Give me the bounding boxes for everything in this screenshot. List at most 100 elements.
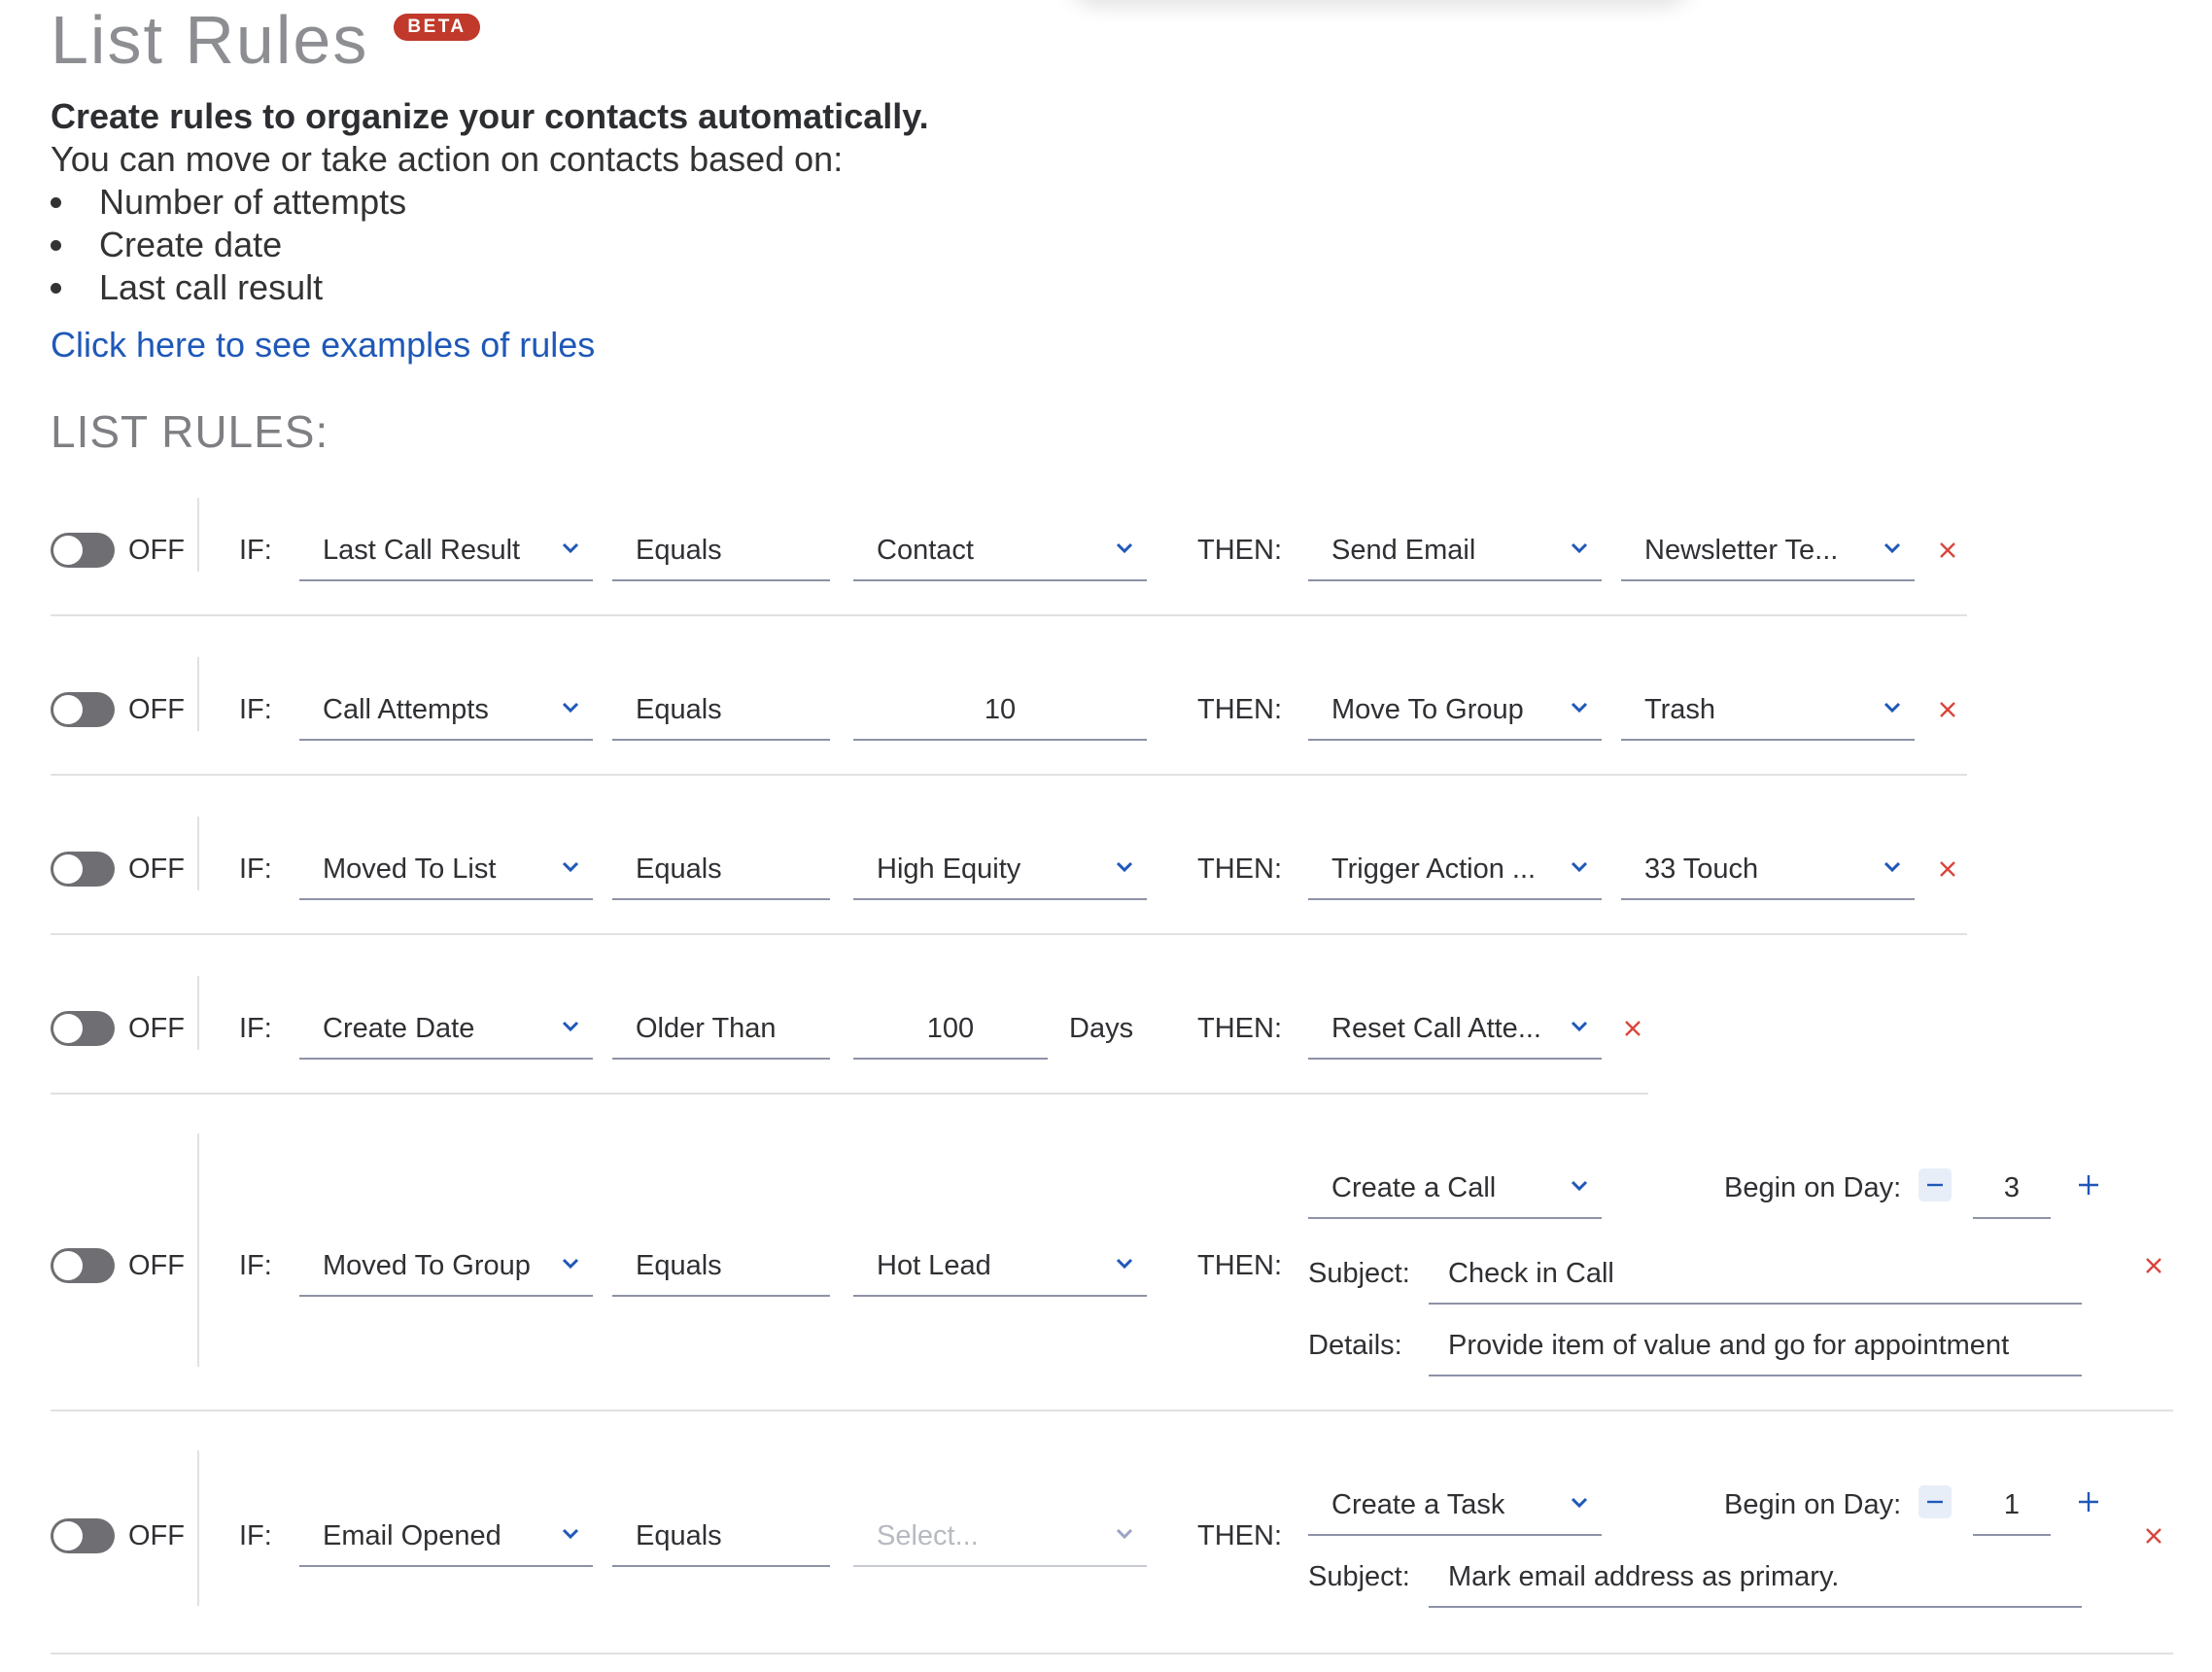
bullet-icon: [51, 240, 61, 251]
target-select[interactable]: Trash: [1621, 680, 1915, 741]
if-label: IF:: [239, 535, 272, 566]
value-select[interactable]: Select...: [853, 1507, 1147, 1567]
operator-select[interactable]: Older Than: [612, 999, 830, 1060]
chevron-down-icon: [562, 542, 579, 554]
criteria-list: Number of attempts Create date Last call…: [51, 181, 929, 309]
then-label: THEN:: [1197, 535, 1282, 566]
bullet-icon: [51, 197, 61, 208]
chevron-down-icon: [1116, 1258, 1133, 1270]
delete-rule-close-icon[interactable]: [1623, 1019, 1642, 1038]
target-select[interactable]: 33 Touch: [1621, 840, 1915, 900]
toggle-state-label: OFF: [128, 1250, 185, 1281]
increment-day-button[interactable]: [2072, 1168, 2105, 1202]
condition-field-select[interactable]: Moved To Group: [299, 1237, 593, 1297]
operator-select[interactable]: Equals: [612, 840, 830, 900]
rule-row: OFF IF: Create Date Older Than 100 Days …: [51, 972, 1648, 1095]
toggle-knob: [53, 695, 83, 724]
days-unit-label: Days: [1069, 1013, 1134, 1044]
delete-rule-close-icon[interactable]: [2144, 1256, 2163, 1275]
chevron-down-icon: [1116, 861, 1133, 873]
condition-field-select[interactable]: Email Opened: [299, 1507, 593, 1567]
details-label: Details:: [1308, 1330, 1402, 1361]
increment-day-button[interactable]: [2072, 1485, 2105, 1518]
toggle-knob: [53, 854, 83, 884]
list-item: Number of attempts: [51, 181, 929, 224]
row-divider: [197, 976, 199, 1050]
toggle-state-label: OFF: [128, 535, 185, 566]
value-select[interactable]: High Equity: [853, 840, 1147, 900]
chevron-down-icon: [562, 1528, 579, 1540]
decrement-day-button[interactable]: [1918, 1168, 1952, 1202]
value-select[interactable]: Contact: [853, 521, 1147, 581]
rule-toggle[interactable]: [51, 852, 115, 887]
minus-icon: [1927, 1183, 1943, 1187]
rule-toggle[interactable]: [51, 1248, 115, 1283]
subject-label: Subject:: [1308, 1258, 1410, 1289]
then-label: THEN:: [1197, 853, 1282, 885]
operator-select[interactable]: Equals: [612, 1237, 830, 1297]
action-select[interactable]: Send Email: [1308, 521, 1602, 581]
operator-select[interactable]: Equals: [612, 680, 830, 741]
then-label: THEN:: [1197, 1520, 1282, 1551]
begin-day-input[interactable]: 1: [1973, 1476, 2051, 1536]
condition-field-select[interactable]: Create Date: [299, 999, 593, 1060]
value-input[interactable]: 10: [853, 680, 1147, 741]
days-input[interactable]: 100: [853, 999, 1048, 1060]
toggle-state-label: OFF: [128, 1520, 185, 1551]
rule-toggle[interactable]: [51, 1011, 115, 1046]
toggle-knob: [53, 1014, 83, 1043]
delete-rule-close-icon[interactable]: [2144, 1526, 2163, 1546]
delete-rule-close-icon[interactable]: [1938, 859, 1957, 879]
chevron-down-icon: [562, 861, 579, 873]
details-input[interactable]: Provide item of value and go for appoint…: [1429, 1316, 2082, 1376]
operator-select[interactable]: Equals: [612, 1507, 830, 1567]
page-header: List Rules BETA: [51, 0, 480, 78]
list-item: Last call result: [51, 266, 929, 309]
plus-icon: [2079, 1175, 2098, 1195]
action-select[interactable]: Move To Group: [1308, 680, 1602, 741]
rule-row: OFF IF: Call Attempts Equals 10 THEN: Mo…: [51, 653, 1967, 776]
toggle-knob: [53, 1251, 83, 1280]
delete-rule-close-icon[interactable]: [1938, 540, 1957, 560]
row-divider: [197, 1133, 199, 1367]
action-select[interactable]: Create a Task: [1308, 1476, 1602, 1536]
begin-day-input[interactable]: 3: [1973, 1159, 2051, 1219]
list-item: Create date: [51, 224, 929, 266]
then-label: THEN:: [1197, 1013, 1282, 1044]
toggle-knob: [53, 1521, 83, 1550]
examples-link[interactable]: Click here to see examples of rules: [51, 325, 595, 366]
intro-section: Create rules to organize your contacts a…: [51, 95, 929, 309]
target-select[interactable]: Newsletter Te...: [1621, 521, 1915, 581]
decrement-day-button[interactable]: [1918, 1485, 1952, 1518]
intro-text: You can move or take action on contacts …: [51, 139, 844, 179]
row-divider: [197, 817, 199, 890]
subject-input[interactable]: Mark email address as primary.: [1429, 1548, 2082, 1608]
row-divider: [197, 498, 199, 572]
rule-row: OFF IF: Moved To Group Equals Hot Lead T…: [51, 1132, 2173, 1411]
subject-label: Subject:: [1308, 1561, 1410, 1592]
condition-field-select[interactable]: Last Call Result: [299, 521, 593, 581]
rule-row: OFF IF: Email Opened Equals Select... TH…: [51, 1448, 2173, 1655]
delete-rule-close-icon[interactable]: [1938, 700, 1957, 719]
action-select[interactable]: Trigger Action ...: [1308, 840, 1602, 900]
row-divider: [197, 657, 199, 731]
then-label: THEN:: [1197, 694, 1282, 725]
operator-select[interactable]: Equals: [612, 521, 830, 581]
condition-field-select[interactable]: Moved To List: [299, 840, 593, 900]
subject-input[interactable]: Check in Call: [1429, 1244, 2082, 1305]
value-select[interactable]: Hot Lead: [853, 1237, 1147, 1297]
action-select[interactable]: Reset Call Atte...: [1308, 999, 1602, 1060]
beta-badge: BETA: [394, 14, 480, 41]
chevron-down-icon: [1571, 542, 1588, 554]
rule-row: OFF IF: Moved To List Equals High Equity…: [51, 813, 1967, 935]
rule-row: OFF IF: Last Call Result Equals Contact …: [51, 494, 1967, 616]
page-title: List Rules: [51, 2, 369, 78]
rule-toggle[interactable]: [51, 1518, 115, 1553]
chevron-down-icon: [562, 1258, 579, 1270]
condition-field-select[interactable]: Call Attempts: [299, 680, 593, 741]
rule-toggle[interactable]: [51, 692, 115, 727]
action-select[interactable]: Create a Call: [1308, 1159, 1602, 1219]
toggle-state-label: OFF: [128, 853, 185, 885]
rule-toggle[interactable]: [51, 533, 115, 568]
chevron-down-icon: [562, 702, 579, 714]
